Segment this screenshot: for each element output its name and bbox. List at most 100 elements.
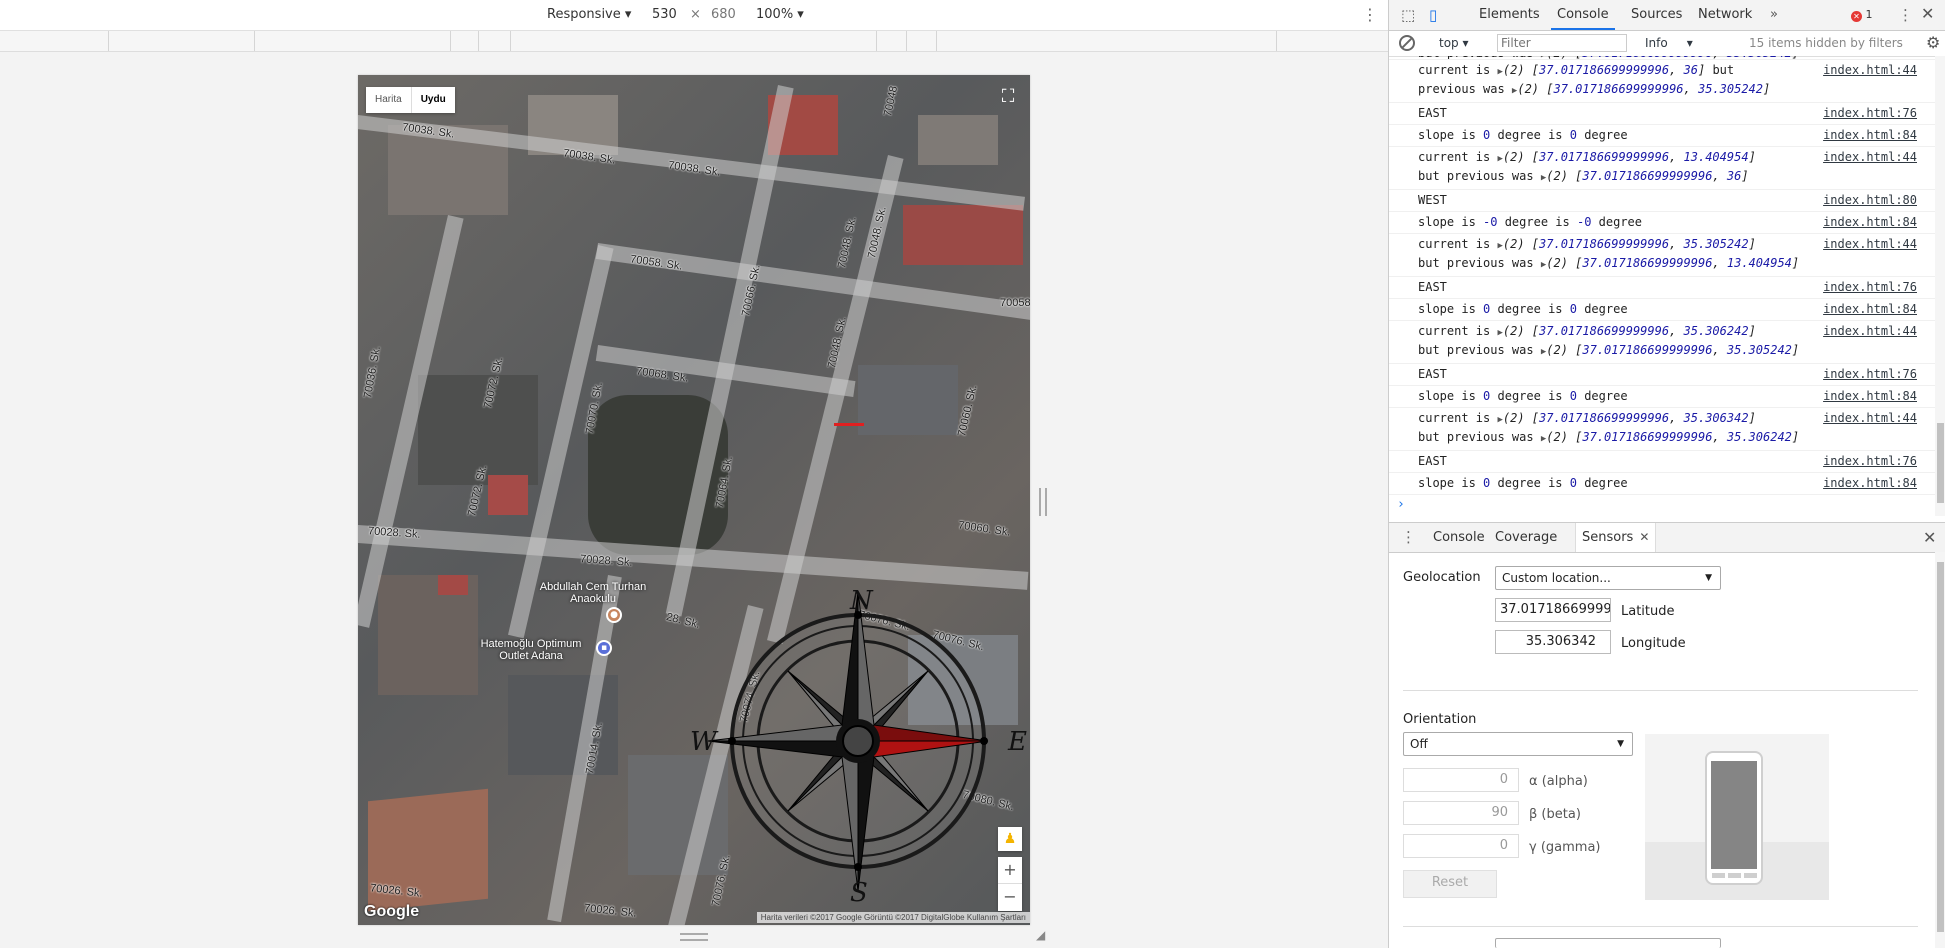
console-message: slope is 0 degree is 0 degree index.html:… xyxy=(1389,299,1935,321)
array-preview[interactable]: (2) [37.017186699999996, 35.305242] xyxy=(1517,82,1770,96)
array-preview[interactable]: (2) [37.017186699999996, 13.404954] xyxy=(1503,150,1756,164)
clear-console-icon[interactable] xyxy=(1399,35,1415,51)
sensors-scrollbar[interactable] xyxy=(1935,552,1945,948)
touch-select[interactable] xyxy=(1495,938,1721,948)
ruler-segment[interactable] xyxy=(254,31,451,51)
source-link[interactable]: index.html:80 xyxy=(1823,192,1917,209)
tab-elements[interactable]: Elements xyxy=(1473,0,1546,30)
context-select[interactable]: top ▾ xyxy=(1439,36,1469,50)
console-settings-gear-icon[interactable]: ⚙ xyxy=(1926,33,1940,52)
devtools-menu-icon[interactable]: ⋮ xyxy=(1898,6,1913,24)
more-tabs-icon[interactable]: » xyxy=(1764,0,1784,30)
error-count-badge[interactable]: ✕ 1 xyxy=(1851,8,1873,22)
shopping-pin-icon[interactable]: ▪ xyxy=(596,640,612,656)
source-link[interactable]: index.html:84 xyxy=(1823,388,1917,405)
viewport-resize-handle-bottom[interactable] xyxy=(680,933,708,941)
ruler-segment[interactable] xyxy=(450,31,479,51)
source-link[interactable]: index.html:76 xyxy=(1823,453,1917,470)
map-type-harita-button[interactable]: Harita xyxy=(366,87,412,113)
gamma-input[interactable]: 0 xyxy=(1403,834,1519,858)
source-link[interactable]: index.html:84 xyxy=(1823,214,1917,231)
media-query-ruler[interactable] xyxy=(0,31,1388,52)
source-link[interactable]: index.html:44 xyxy=(1823,236,1917,253)
source-link[interactable]: index.html:44 xyxy=(1823,149,1917,166)
viewport-resize-handle-right[interactable] xyxy=(1039,488,1047,516)
source-link[interactable]: index.html:76 xyxy=(1823,105,1917,122)
orientation-preview[interactable] xyxy=(1645,734,1829,900)
map-type-uydu-button[interactable]: Uydu xyxy=(412,87,455,113)
drawer-close-icon[interactable]: ✕ xyxy=(1923,528,1936,547)
array-preview[interactable]: (2) [37.017186699999996, 35.306242] xyxy=(1503,324,1756,338)
array-preview[interactable]: (2) [37.017186699999996, 35.306342] xyxy=(1503,411,1756,425)
console-prompt-icon[interactable]: › xyxy=(1389,495,1935,514)
array-preview[interactable]: (2) [37.017186699999996, 35.305242] xyxy=(1546,343,1799,357)
reset-orientation-button[interactable]: Reset xyxy=(1403,870,1497,898)
array-preview[interactable]: (2) [37.017186699999996, 36] xyxy=(1503,63,1705,77)
zoom-in-button[interactable]: + xyxy=(998,857,1022,884)
drawer-menu-icon[interactable]: ⋮ xyxy=(1401,528,1416,546)
ruler-segment[interactable] xyxy=(0,31,109,51)
ruler-segment[interactable] xyxy=(478,31,511,51)
ruler-segment[interactable] xyxy=(936,31,1277,51)
console-scrollbar[interactable] xyxy=(1935,56,1945,516)
compass-rose-icon: N S W E xyxy=(690,586,1027,905)
console-message: slope is 0 degree is 0 degree index.html:… xyxy=(1389,125,1935,147)
source-link[interactable]: index.html:84 xyxy=(1823,475,1917,492)
latitude-input[interactable]: 37.017186699999996 xyxy=(1495,598,1611,622)
source-link[interactable]: index.html:76 xyxy=(1823,366,1917,383)
tab-sources[interactable]: Sources xyxy=(1625,0,1688,30)
fullscreen-icon[interactable]: ⛶ xyxy=(996,85,1020,109)
poi-label-store[interactable]: Hatemoğlu Optimum Outlet Adana xyxy=(476,638,586,662)
drawer-tab-sensors[interactable]: Sensors ✕ xyxy=(1575,523,1657,552)
console-scrollbar-thumb[interactable] xyxy=(1937,423,1944,503)
viewport-resize-corner-icon[interactable]: ◢ xyxy=(1036,928,1045,942)
close-tab-icon[interactable]: ✕ xyxy=(1639,530,1649,544)
orientation-label: Orientation xyxy=(1403,712,1477,727)
phone-icon[interactable] xyxy=(1705,751,1763,885)
orientation-select[interactable]: Off ▼ xyxy=(1403,732,1633,756)
devtools-close-icon[interactable]: ✕ xyxy=(1921,4,1934,23)
console-filter-input[interactable] xyxy=(1497,34,1627,52)
zoom-out-button[interactable]: − xyxy=(998,884,1022,910)
device-select[interactable]: Responsive ▾ xyxy=(547,7,631,22)
device-toggle-icon[interactable]: ▯ xyxy=(1429,6,1437,24)
ruler-segment[interactable] xyxy=(876,31,907,51)
beta-input[interactable]: 90 xyxy=(1403,801,1519,825)
compass-east-label: E xyxy=(1007,727,1027,757)
zoom-select[interactable]: 100% ▾ xyxy=(756,7,804,22)
satellite-map[interactable]: 70038. Sk. 70038. Sk. 70038. Sk. 70058. … xyxy=(358,75,1030,925)
source-link[interactable]: index.html:84 xyxy=(1823,127,1917,144)
tab-network[interactable]: Network xyxy=(1692,0,1758,30)
school-pin-icon[interactable]: ● xyxy=(606,607,622,623)
console-toolbar: top ▾ Info ▾ 15 items hidden by filters … xyxy=(1389,31,1945,57)
source-link[interactable]: index.html:44 xyxy=(1823,410,1917,427)
source-link[interactable]: index.html:44 xyxy=(1823,62,1917,79)
ruler-segment[interactable] xyxy=(108,31,255,51)
inspect-element-icon[interactable]: ⬚ xyxy=(1401,6,1415,24)
drawer-tab-console[interactable]: Console xyxy=(1427,523,1491,552)
map-attribution[interactable]: Harita verileri ©2017 Google Görüntü ©20… xyxy=(756,912,1030,923)
street-view-pegman-icon[interactable]: ♟ xyxy=(998,827,1022,851)
height-input[interactable]: 680 xyxy=(711,7,736,22)
tab-console[interactable]: Console xyxy=(1551,0,1615,30)
longitude-input[interactable]: 35.306342 xyxy=(1495,630,1611,654)
drawer-tab-coverage[interactable]: Coverage xyxy=(1489,523,1563,552)
source-link[interactable]: index.html:84 xyxy=(1823,301,1917,318)
geolocation-select[interactable]: Custom location... ▼ xyxy=(1495,566,1721,590)
ruler-segment[interactable] xyxy=(906,31,937,51)
log-level-select[interactable]: Info ▾ xyxy=(1645,36,1693,50)
source-link[interactable]: index.html:44 xyxy=(1823,323,1917,340)
source-link[interactable]: index.html:76 xyxy=(1823,279,1917,296)
array-preview[interactable]: (2) [37.017186699999996, 35.306242] xyxy=(1546,430,1799,444)
sensors-scrollbar-thumb[interactable] xyxy=(1937,562,1944,932)
width-input[interactable]: 530 xyxy=(652,7,677,22)
array-preview[interactable]: (2) [37.017186699999996, 13.404954] xyxy=(1546,256,1799,270)
ruler-segment[interactable] xyxy=(510,31,877,51)
array-preview[interactable]: (2) [37.017186699999996, 35.305242] xyxy=(1503,237,1756,251)
poi-label-school[interactable]: Abdullah Cem Turhan Anaokulu xyxy=(538,581,648,605)
device-select-value: Responsive xyxy=(547,7,621,22)
more-options-icon[interactable]: ⋮ xyxy=(1362,5,1378,24)
array-preview[interactable]: (2) [37.017186699999996, 36] xyxy=(1546,169,1748,183)
console-message: WEST index.html:80 xyxy=(1389,190,1935,212)
alpha-input[interactable]: 0 xyxy=(1403,768,1519,792)
